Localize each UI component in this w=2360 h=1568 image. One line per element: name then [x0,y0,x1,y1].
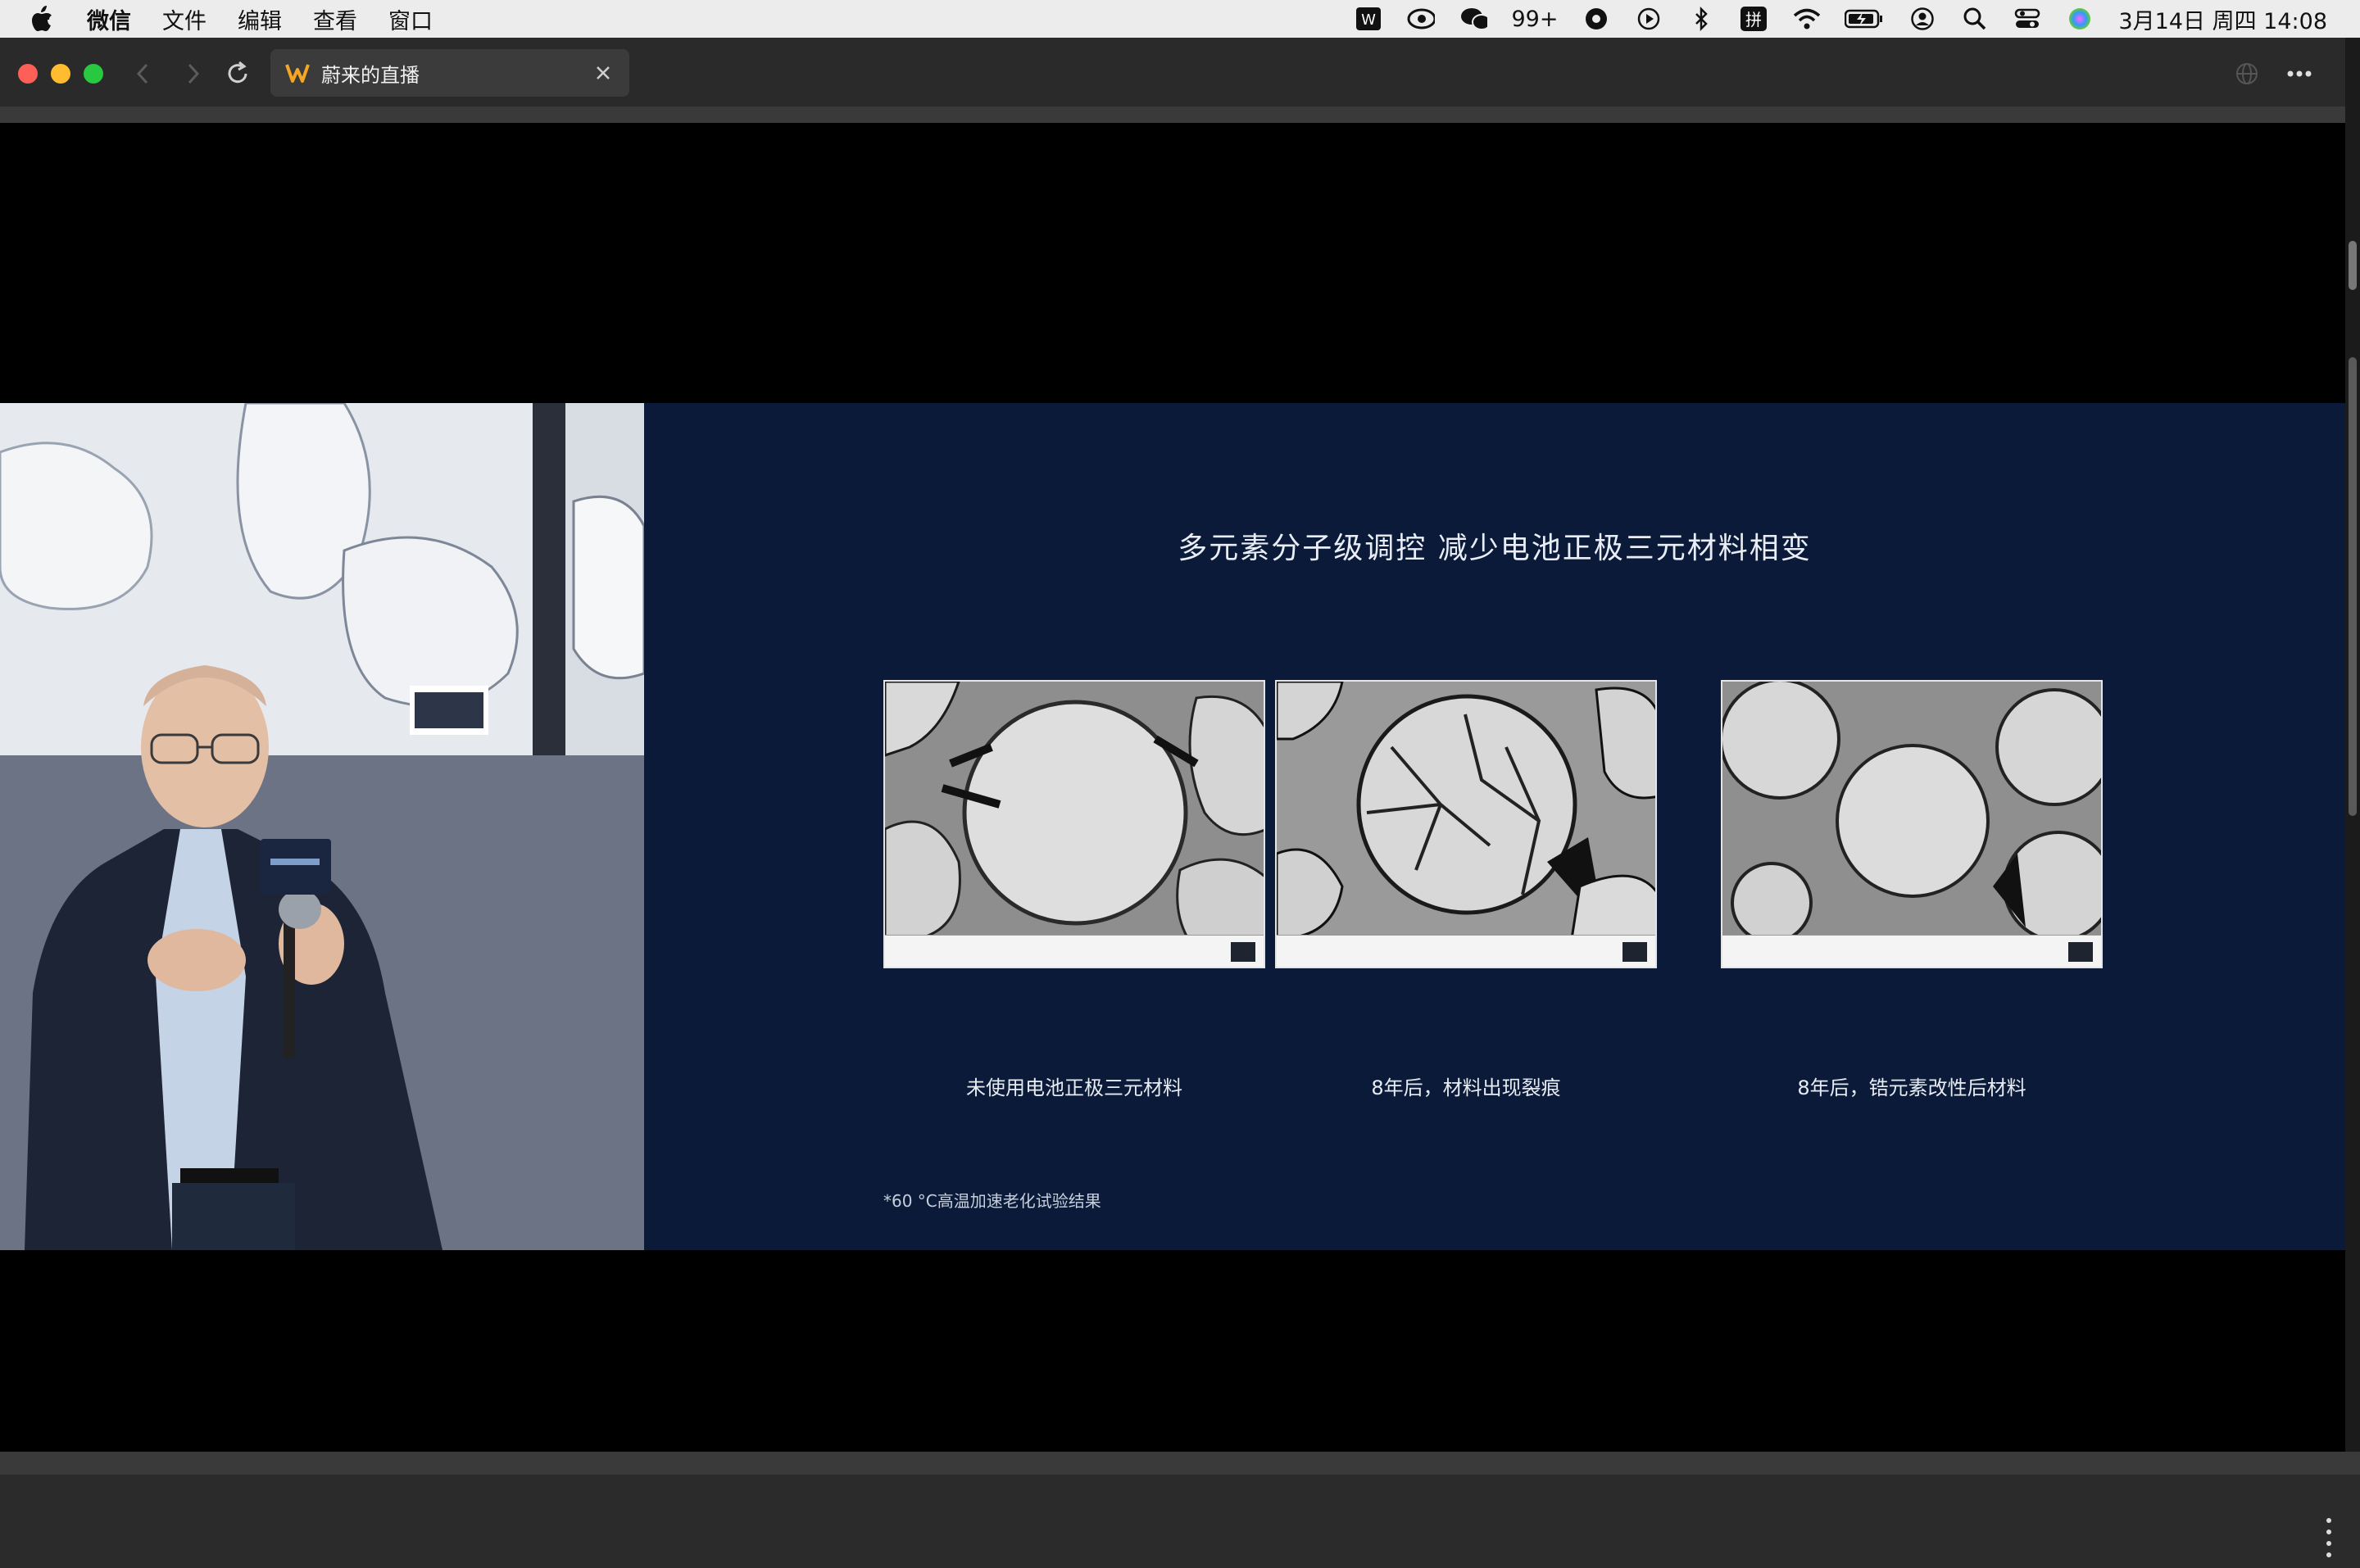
page-content: 多元素分子级调控 减少电池正极三元材料相变 未使用电池正极三元材料 8年后，材料… [0,123,2345,1557]
slide-title: 多元素分子级调控 减少电池正极三元材料相变 [1178,532,1812,565]
scrollbar-thumb[interactable] [2349,357,2357,816]
scrollbar-thumb-upper[interactable] [2349,241,2357,290]
wechat-badge-count: 99+ [1511,6,1559,32]
battery-charging-icon[interactable] [1845,5,1884,33]
title-bar: 蔚来的直播 [0,38,2345,106]
sem-info-bar [885,935,1264,967]
status-area: W 99+ 拼 3月14日 周四 14:08 [1355,0,2327,38]
toolbar-divider [0,106,2345,123]
caption-8yr-cracked: 8年后，材料出现裂痕 [1371,1076,1561,1099]
tab-favicon-icon [285,61,310,85]
reload-icon[interactable] [221,57,254,90]
slide-footnote: *60 °C高温加速老化试验结果 [883,1191,1101,1211]
forward-arrow-icon[interactable] [177,57,210,90]
caption-new-material: 未使用电池正极三元材料 [966,1076,1182,1099]
zeiss-logo-icon [1622,942,1647,962]
window-maximize-button[interactable] [84,64,103,84]
control-center-icon[interactable] [2013,5,2041,33]
menu-window[interactable]: 窗口 [388,3,433,35]
menu-view[interactable]: 查看 [313,3,357,35]
tab-title: 蔚来的直播 [321,63,420,87]
livestream-video[interactable]: 多元素分子级调控 减少电池正极三元材料相变 未使用电池正极三元材料 8年后，材料… [0,403,2345,1250]
zeiss-logo-icon [2068,942,2093,962]
window-close-button[interactable] [18,64,38,84]
sem-image-8yr-cracked [1275,680,1657,968]
zeiss-logo-icon [1231,942,1255,962]
sem-image-8yr-zirconium [1721,680,2103,968]
browser-tab-active[interactable]: 蔚来的直播 [270,49,629,97]
more-menu-icon[interactable] [2283,57,2316,90]
sem-micrograph-3 [1722,682,2101,944]
resize-handle-icon[interactable] [2324,1516,2334,1565]
speaker-camera-view [0,403,644,1250]
menu-app-name[interactable]: 微信 [87,3,131,35]
sem-micrograph-2 [1277,682,1655,940]
back-arrow-icon[interactable] [126,57,159,90]
input-method-icon[interactable]: 拼 [1740,5,1768,33]
menu-bar: 微信 文件 编辑 查看 窗口 W 99+ 拼 3月14日 周四 14:08 [0,0,2360,38]
menu-edit[interactable]: 编辑 [238,3,282,35]
speaker-image [0,403,644,1250]
window-minimize-button[interactable] [51,64,70,84]
siri-icon[interactable] [2066,5,2094,33]
sem-info-bar [1722,935,2101,967]
wifi-icon[interactable] [1792,5,1821,33]
menu-file[interactable]: 文件 [162,3,206,35]
caption-8yr-zirconium: 8年后，锆元素改性后材料 [1797,1076,2026,1099]
spotlight-search-icon[interactable] [1961,5,1989,33]
window-bottom-edge [0,1452,2360,1475]
presentation-slide: 多元素分子级调控 减少电池正极三元材料相变 未使用电池正极三元材料 8年后，材料… [644,403,2345,1250]
tab-close-icon[interactable] [587,57,620,89]
svg-text:W: W [1361,11,1376,29]
wps-icon[interactable]: W [1355,5,1382,33]
apple-logo-icon[interactable] [30,5,59,33]
input-method-label: 拼 [1745,10,1762,29]
sem-image-new-material [883,680,1265,968]
globe-icon[interactable] [2231,57,2263,90]
bluetooth-icon[interactable] [1687,5,1715,33]
clock-datetime[interactable]: 3月14日 周四 14:08 [2118,3,2327,35]
wechat-icon[interactable] [1459,5,1487,33]
play-icon[interactable] [1635,5,1663,33]
sem-micrograph-1 [885,682,1264,940]
browser-window: 蔚来的直播 多元素分子级调控 减少电池正极三元材料相变 未使用电池正极三元材料 … [0,38,2345,1557]
sem-info-bar [1277,935,1655,967]
creative-cloud-icon[interactable] [1407,5,1435,33]
music-icon[interactable] [1582,5,1610,33]
user-account-icon[interactable] [1908,5,1936,33]
vertical-scrollbar[interactable] [2345,38,2360,1475]
